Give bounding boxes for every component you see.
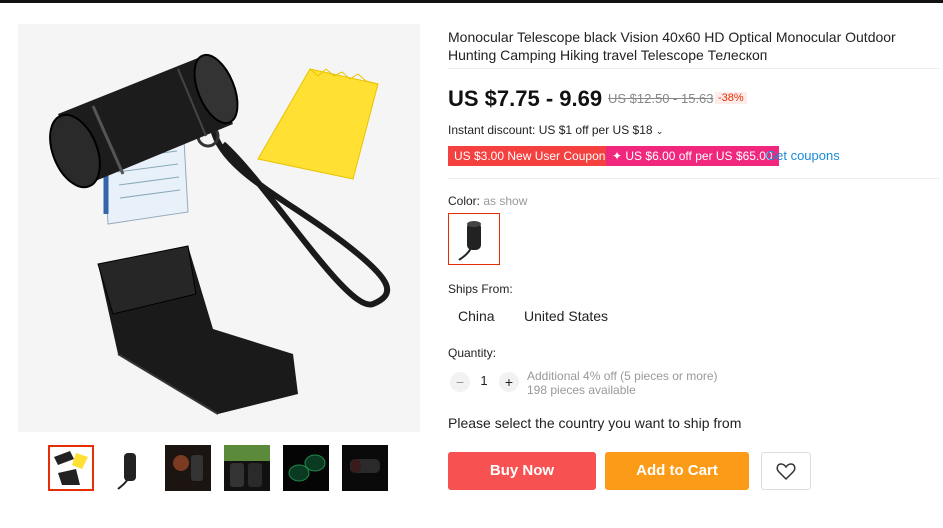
- color-label-text: Color:: [448, 194, 481, 208]
- color-option[interactable]: [448, 213, 500, 265]
- carry-pouch-illustration: [97, 245, 298, 415]
- color-value: as show: [483, 194, 528, 208]
- ships-from-label: Ships From:: [448, 282, 513, 296]
- original-price: US $12.50 - 15.63: [608, 91, 714, 106]
- cleaning-cloth-illustration: [257, 68, 379, 180]
- chevron-down-icon: ⌄: [655, 126, 664, 136]
- thumbnail-2[interactable]: [106, 445, 152, 491]
- get-coupons-link[interactable]: Get coupons: [766, 148, 840, 163]
- thumbnail-3[interactable]: [165, 445, 211, 491]
- product-title: Monocular Telescope black Vision 40x60 H…: [448, 29, 896, 63]
- thumbnail-1[interactable]: [48, 445, 94, 491]
- thumbnail-6[interactable]: [342, 445, 388, 491]
- top-bar: [0, 0, 943, 3]
- store-coupon[interactable]: ✦ US $6.00 off per US $65.00: [606, 146, 779, 166]
- wishlist-button[interactable]: [761, 452, 811, 490]
- ship-option-united-states[interactable]: United States: [514, 308, 618, 324]
- buy-now-button[interactable]: Buy Now: [448, 452, 596, 490]
- current-price: US $7.75 - 9.69: [448, 86, 603, 111]
- divider: [448, 68, 940, 69]
- quantity-decrease-button[interactable]: −: [450, 372, 470, 392]
- color-label: Color: as show: [448, 194, 527, 208]
- quantity-increase-button[interactable]: +: [499, 372, 519, 392]
- divider: [448, 178, 940, 179]
- instant-discount-text: Instant discount: US $1 off per US $18: [448, 123, 653, 137]
- add-to-cart-button[interactable]: Add to Cart: [605, 452, 749, 490]
- thumbnail-5[interactable]: [283, 445, 329, 491]
- heart-icon: [776, 463, 796, 481]
- discount-badge: -38%: [715, 92, 747, 104]
- thumbnail-4[interactable]: [224, 445, 270, 491]
- instant-discount[interactable]: Instant discount: US $1 off per US $18 ⌄: [448, 123, 663, 137]
- stock-available: 198 pieces available: [527, 383, 636, 397]
- ship-option-china[interactable]: China: [448, 308, 505, 324]
- main-product-image[interactable]: [18, 24, 420, 432]
- quantity-label: Quantity:: [448, 346, 497, 360]
- new-user-coupon[interactable]: US $3.00 New User Coupon: [448, 146, 612, 166]
- quantity-value[interactable]: 1: [476, 373, 492, 388]
- select-country-message: Please select the country you want to sh…: [448, 415, 742, 431]
- bulk-discount-note: Additional 4% off (5 pieces or more): [527, 369, 718, 383]
